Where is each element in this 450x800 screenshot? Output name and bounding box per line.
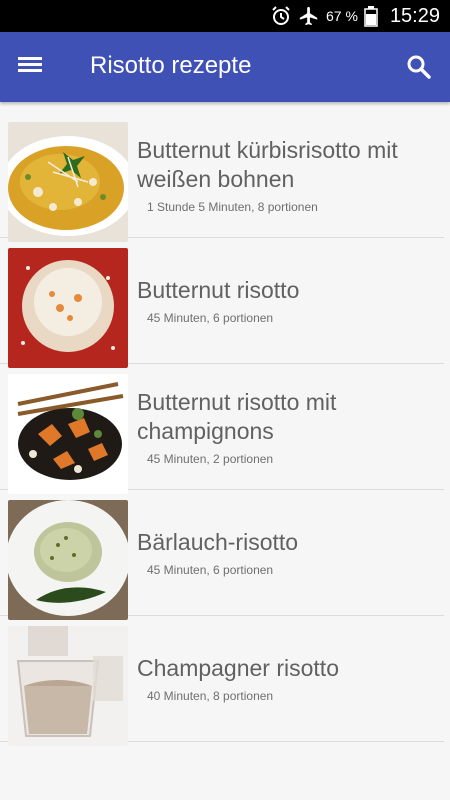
recipe-title: Butternut risotto mit champignons (137, 388, 337, 444)
page-title: Risotto rezepte (90, 52, 252, 79)
recipe-item[interactable]: Butternut risotto 45 Minuten, 6 portione… (0, 238, 444, 368)
recipe-title: Bärlauch-risotto (137, 529, 299, 555)
recipe-list: Butternut kürbisrisotto mit weißen bohne… (0, 112, 450, 746)
recipe-meta: 45 Minuten, 6 portionen (147, 311, 274, 325)
battery-percent: 67 % (326, 8, 358, 24)
recipe-item[interactable]: Butternut risotto mit champignons 45 Min… (0, 364, 444, 494)
recipe-meta: 1 Stunde 5 Minuten, 8 portionen (147, 199, 318, 214)
recipe-thumbnail (8, 122, 128, 242)
menu-icon[interactable] (18, 54, 52, 80)
recipe-item[interactable]: Champagner risotto 40 Minuten, 8 portion… (0, 616, 444, 746)
status-bar: 67 % 15:29 (0, 0, 450, 32)
recipe-meta: 45 Minuten, 6 portionen (147, 563, 274, 577)
recipe-title: Butternut kürbisrisotto mit weißen bohne… (137, 136, 398, 192)
airplane-icon (298, 5, 320, 27)
recipe-thumbnail (8, 626, 128, 746)
recipe-meta: 45 Minuten, 2 portionen (147, 451, 274, 466)
recipe-thumbnail (8, 500, 128, 620)
battery-icon (364, 5, 378, 27)
app-bar: Risotto rezepte (0, 32, 450, 102)
alarm-icon (270, 5, 292, 27)
recipe-title: Champagner risotto (137, 655, 339, 681)
recipe-title: Butternut risotto (137, 277, 300, 303)
recipe-item[interactable]: Bärlauch-risotto 45 Minuten, 6 portionen (0, 490, 444, 620)
recipe-thumbnail (8, 374, 128, 494)
recipe-item[interactable]: Butternut kürbisrisotto mit weißen bohne… (0, 112, 444, 242)
recipe-meta: 40 Minuten, 8 portionen (147, 689, 274, 703)
recipe-thumbnail (8, 248, 128, 368)
search-icon[interactable] (406, 54, 432, 80)
clock: 15:29 (389, 4, 440, 27)
